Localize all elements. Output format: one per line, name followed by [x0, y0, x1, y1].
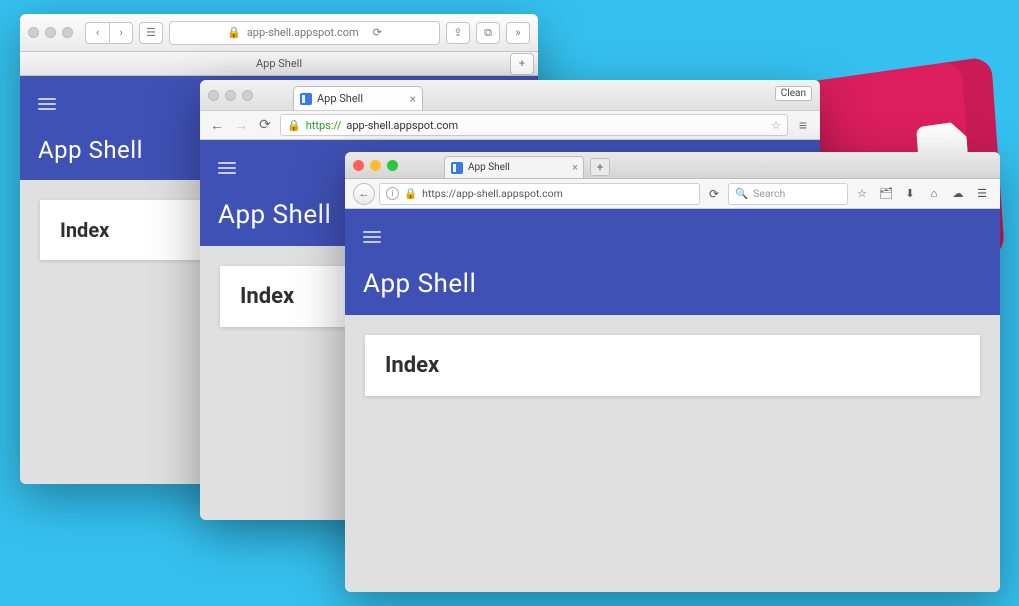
site-info-icon[interactable]: i — [386, 187, 399, 200]
tab-label[interactable]: App Shell — [256, 57, 302, 70]
zoom-window-button[interactable] — [242, 90, 253, 101]
forward-button[interactable]: › — [109, 22, 133, 44]
zoom-window-button[interactable] — [62, 27, 73, 38]
minimize-window-button[interactable] — [45, 27, 56, 38]
window-controls[interactable] — [208, 90, 253, 101]
firefox-menu-button[interactable]: ☰ — [972, 187, 992, 200]
close-window-button[interactable] — [353, 160, 364, 171]
reload-icon[interactable]: ⟳ — [373, 26, 382, 39]
close-tab-icon[interactable]: × — [410, 92, 416, 106]
firefox-window: App Shell × + ← i 🔒 https://app-shell.ap… — [345, 152, 1000, 592]
new-tab-button[interactable]: + — [510, 53, 534, 75]
url-host: app-shell.appspot.com — [346, 119, 458, 132]
firefox-viewport: App Shell Index — [345, 209, 1000, 592]
menu-icon[interactable] — [38, 98, 56, 110]
close-window-button[interactable] — [208, 90, 219, 101]
window-controls[interactable] — [28, 27, 73, 38]
app-header: App Shell — [345, 209, 1000, 315]
favicon-icon — [451, 162, 463, 174]
lock-icon: 🔒 — [404, 187, 417, 200]
url-scheme: https:// — [306, 119, 342, 132]
content-card: Index — [365, 335, 980, 396]
share-button[interactable]: ⇪ — [446, 22, 470, 44]
back-button[interactable]: ← — [353, 183, 375, 205]
tabs-button[interactable]: ⧉ — [476, 22, 500, 44]
forward-button[interactable]: → — [232, 117, 250, 134]
card-heading: Index — [385, 353, 960, 378]
menu-icon[interactable] — [363, 231, 381, 243]
reload-button[interactable]: ⟳ — [704, 187, 724, 201]
downloads-icon[interactable]: ⬇ — [900, 187, 920, 200]
tab-label: App Shell — [468, 162, 510, 173]
reload-button[interactable]: ⟳ — [256, 117, 274, 133]
search-box[interactable]: 🔍 Search — [728, 183, 848, 205]
chrome-address-bar[interactable]: 🔒 https:// app-shell.appspot.com ☆ — [280, 114, 788, 136]
home-icon[interactable]: ⌂ — [924, 187, 944, 200]
favicon-icon — [300, 93, 312, 105]
app-title: App Shell — [363, 269, 982, 299]
chrome-toolbar: ← → ⟳ 🔒 https://app-shell.appspot.com ☆ … — [200, 110, 820, 140]
sidebar-button[interactable]: ☰ — [139, 22, 163, 44]
close-tab-icon[interactable]: × — [572, 161, 578, 174]
library-icon[interactable]: 🗂 — [876, 187, 896, 200]
search-icon: 🔍 — [735, 187, 748, 200]
bookmark-star-icon[interactable]: ☆ — [852, 187, 872, 200]
bookmark-star-icon[interactable]: ☆ — [771, 119, 781, 132]
close-window-button[interactable] — [28, 27, 39, 38]
browser-tab-active[interactable]: App Shell × — [444, 156, 584, 178]
chrome-menu-button[interactable]: ≡ — [794, 117, 812, 134]
url-text: https://app-shell.appspot.com — [422, 187, 563, 200]
safari-address-bar[interactable]: 🔒 app-shell.appspot.com ⟳ — [169, 21, 440, 45]
firefox-toolbar: ← i 🔒 https://app-shell.appspot.com ⟳ 🔍 … — [345, 179, 1000, 209]
zoom-window-button[interactable] — [387, 160, 398, 171]
back-button[interactable]: ← — [208, 117, 226, 134]
lock-icon: 🔒 — [287, 119, 301, 132]
back-button[interactable]: ‹ — [85, 22, 109, 44]
lock-icon: 🔒 — [227, 26, 241, 39]
overflow-button[interactable]: » — [506, 22, 530, 44]
safari-titlebar: ‹ › ☰ 🔒 app-shell.appspot.com ⟳ ⇪ ⧉ » — [20, 14, 538, 52]
chrome-tabstrip: App Shell × Clean — [200, 80, 820, 110]
pocket-icon[interactable]: ☁ — [948, 187, 968, 200]
new-tab-button[interactable]: + — [590, 158, 610, 176]
clean-button[interactable]: Clean — [775, 86, 812, 101]
window-controls[interactable] — [353, 160, 398, 171]
menu-icon[interactable] — [218, 162, 236, 174]
minimize-window-button[interactable] — [225, 90, 236, 101]
safari-tabbar: App Shell + — [20, 52, 538, 76]
minimize-window-button[interactable] — [370, 160, 381, 171]
firefox-address-bar[interactable]: i 🔒 https://app-shell.appspot.com — [379, 183, 700, 205]
tab-label: App Shell — [317, 92, 363, 105]
firefox-tabstrip: App Shell × + — [345, 152, 1000, 179]
url-text: app-shell.appspot.com — [247, 26, 359, 39]
browser-tab-active[interactable]: App Shell × — [293, 86, 423, 110]
search-placeholder: Search — [753, 187, 785, 200]
